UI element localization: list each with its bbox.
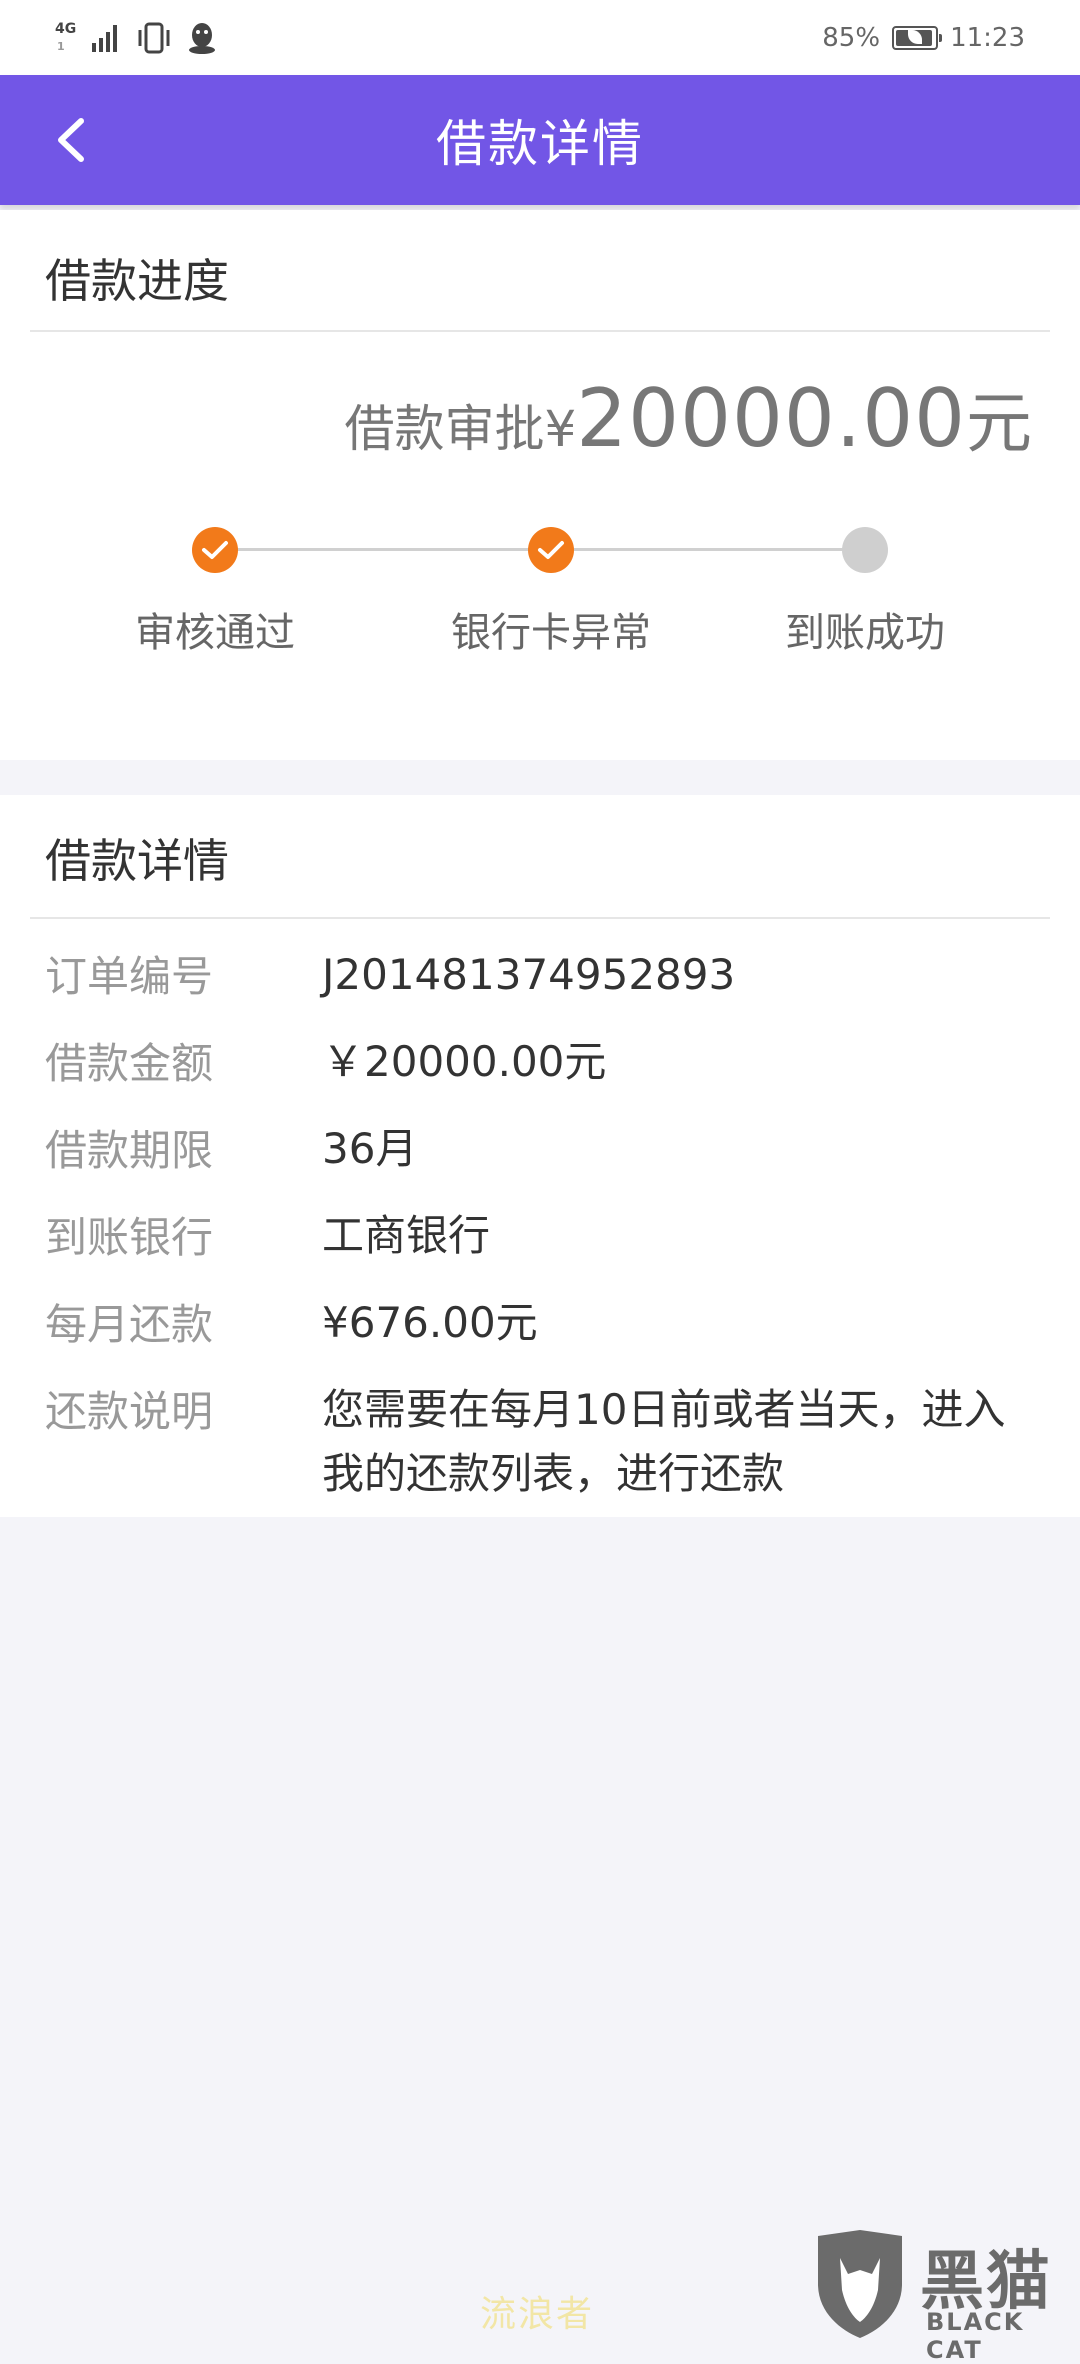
status-right: 85% 11:23 xyxy=(822,18,1025,58)
logo-english: BLACK CAT xyxy=(926,2308,1025,2364)
network-indicator: 4G 1 xyxy=(55,20,77,56)
amount-unit: 元 xyxy=(966,385,1032,462)
amount-value: 20000.00 xyxy=(576,372,966,465)
details-section-title: 借款详情 xyxy=(45,834,229,888)
battery-percent: 85% xyxy=(822,23,881,53)
check-icon xyxy=(538,541,564,559)
loan-details-card: 借款详情 订单编号 J201481374952893 借款金额 ￥20000.0… xyxy=(0,795,1080,1517)
loan-progress-card: 借款进度 借款审批¥ 20000.00 元 审核通过 银行卡异常 到账成功 xyxy=(0,210,1080,760)
qq-icon xyxy=(189,23,215,54)
row-label: 每月还款 xyxy=(45,1300,214,1349)
row-value: ￥20000.00元 xyxy=(322,1037,607,1086)
app-header: 借款详情 xyxy=(0,75,1080,205)
row-label: 还款说明 xyxy=(45,1387,214,1436)
amount-prefix: 借款审批¥ xyxy=(344,400,577,458)
black-cat-logo: 黑猫 BLACK CAT xyxy=(810,2228,1080,2364)
step-done-icon xyxy=(528,527,574,573)
row-value: ¥676.00元 xyxy=(322,1298,538,1347)
step-pending-icon xyxy=(842,527,888,573)
battery-icon xyxy=(892,26,943,50)
page-title: 借款详情 xyxy=(436,115,644,173)
cat-shield-icon xyxy=(818,2230,902,2338)
network-sub: 1 xyxy=(57,40,65,53)
progress-steps: 审核通过 银行卡异常 到账成功 xyxy=(0,500,1080,660)
row-value: 36月 xyxy=(322,1124,418,1173)
step-label: 到账成功 xyxy=(785,610,945,656)
check-icon xyxy=(202,541,228,559)
row-label: 借款期限 xyxy=(45,1126,214,1175)
step-connector xyxy=(574,548,864,551)
row-value: 工商银行 xyxy=(322,1211,491,1260)
status-left: 4G 1 xyxy=(55,18,217,58)
network-type: 4G xyxy=(55,21,77,37)
row-label: 订单编号 xyxy=(45,952,214,1001)
progress-section-title: 借款进度 xyxy=(45,254,229,308)
step-connector xyxy=(237,548,532,551)
row-value: J201481374952893 xyxy=(322,950,736,999)
divider xyxy=(30,330,1050,332)
clock: 11:23 xyxy=(950,23,1025,53)
step-label: 审核通过 xyxy=(135,610,295,656)
step-label: 银行卡异常 xyxy=(451,610,651,656)
watermark-text: 流浪者 xyxy=(480,2294,595,2335)
approved-amount: 借款审批¥ 20000.00 元 xyxy=(344,370,1032,466)
step-done-icon xyxy=(192,527,238,573)
vibrate-icon xyxy=(138,22,170,54)
row-value: 您需要在每月10日前或者当天，进入我的还款列表，进行还款 xyxy=(322,1385,1006,1498)
signal-icon xyxy=(92,25,117,52)
status-bar: 4G 1 85% 11:23 xyxy=(0,0,1080,75)
divider xyxy=(30,917,1050,919)
row-label: 到账银行 xyxy=(45,1213,214,1262)
row-label: 借款金额 xyxy=(45,1039,214,1088)
